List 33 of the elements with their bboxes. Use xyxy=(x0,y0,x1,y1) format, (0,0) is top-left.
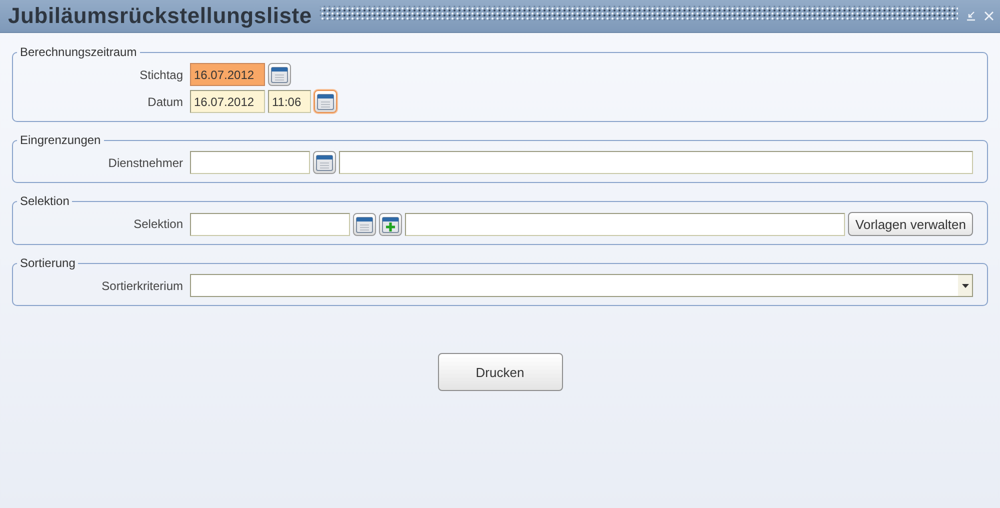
dropdown[interactable] xyxy=(190,274,973,297)
picker-button[interactable] xyxy=(313,151,336,174)
picker-button[interactable] xyxy=(314,90,337,113)
input-field[interactable] xyxy=(339,151,973,174)
group-title: Berechnungszeitraum xyxy=(19,45,138,59)
window-title: Jubiläumsrückstellungsliste xyxy=(8,3,312,29)
picker-button[interactable] xyxy=(353,212,376,236)
manage-templates-button[interactable]: Vorlagen verwalten xyxy=(848,212,973,236)
field-label: Datum xyxy=(146,94,184,108)
field-label: Stichtag xyxy=(138,68,184,82)
add-icon xyxy=(382,216,399,232)
calendar-icon xyxy=(316,154,333,171)
calendar-icon xyxy=(356,216,373,232)
minimize-icon[interactable] xyxy=(966,11,976,21)
field-label: Selektion xyxy=(132,217,184,231)
group-title: Sortierung xyxy=(19,256,76,270)
picker-button[interactable] xyxy=(268,63,291,86)
close-icon[interactable] xyxy=(984,11,994,21)
input-field[interactable] xyxy=(190,212,350,236)
input-field[interactable] xyxy=(405,212,846,236)
print-button[interactable]: Drucken xyxy=(438,353,562,391)
caret-icon xyxy=(962,284,968,288)
date-field[interactable]: 16.07.2012 xyxy=(190,90,265,113)
add-button[interactable] xyxy=(379,212,402,236)
group-title: Selektion xyxy=(19,194,70,208)
input-field[interactable] xyxy=(190,151,310,174)
group-title: Eingrenzungen xyxy=(19,133,102,147)
date-field[interactable]: 16.07.2012 xyxy=(190,63,265,86)
calendar-icon xyxy=(317,93,334,110)
time-field[interactable]: 11:06 xyxy=(268,90,311,113)
calendar-icon xyxy=(271,66,288,83)
field-label: Dienstnehmer xyxy=(107,156,184,170)
field-label: Sortierkriterium xyxy=(100,278,184,292)
